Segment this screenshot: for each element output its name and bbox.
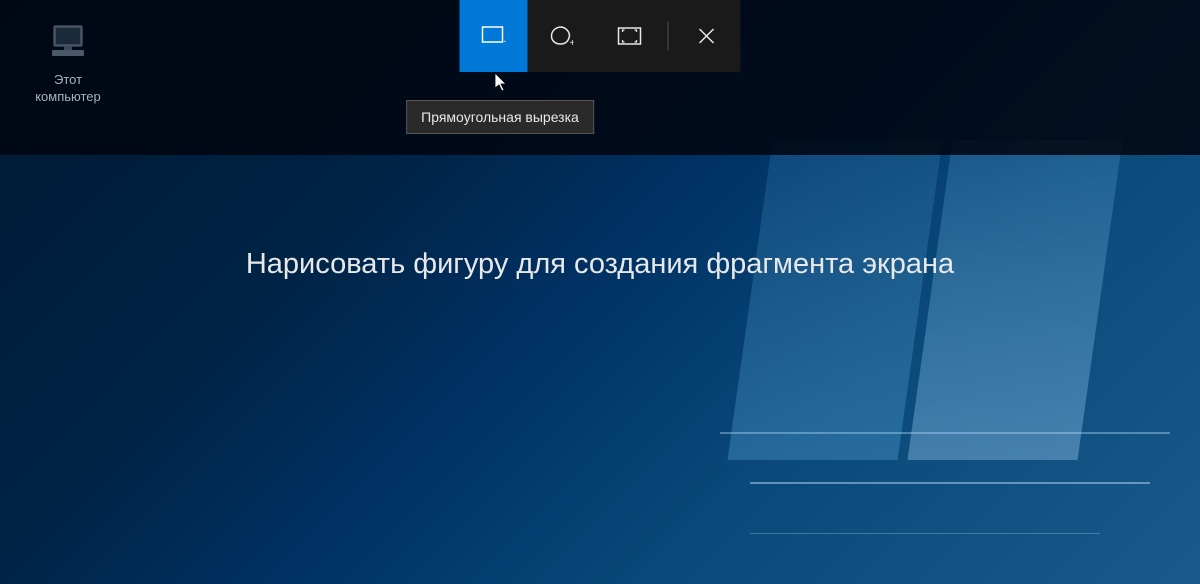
close-snip-button[interactable] bbox=[673, 0, 741, 72]
snip-instruction-text: Нарисовать фигуру для создания фрагмента… bbox=[0, 248, 1200, 281]
freeform-snip-button[interactable]: + bbox=[528, 0, 596, 72]
rectangle-icon: + bbox=[482, 26, 506, 46]
computer-icon bbox=[28, 20, 108, 64]
tooltip-text: Прямоугольная вырезка bbox=[421, 109, 579, 125]
svg-text:+: + bbox=[570, 38, 574, 47]
close-icon bbox=[698, 27, 716, 45]
toolbar-separator bbox=[668, 22, 669, 50]
rectangular-snip-button[interactable]: + bbox=[460, 0, 528, 72]
fullscreen-snip-button[interactable] bbox=[596, 0, 664, 72]
desktop-icon-this-pc[interactable]: Этоткомпьютер bbox=[28, 20, 108, 106]
desktop-icon-label: Этоткомпьютер bbox=[28, 72, 108, 106]
snip-toolbar: + + bbox=[460, 0, 741, 72]
freeform-icon: + bbox=[550, 25, 574, 47]
snip-mode-tooltip: Прямоугольная вырезка bbox=[406, 100, 594, 134]
fullscreen-icon bbox=[618, 27, 642, 45]
svg-text:+: + bbox=[504, 37, 506, 46]
